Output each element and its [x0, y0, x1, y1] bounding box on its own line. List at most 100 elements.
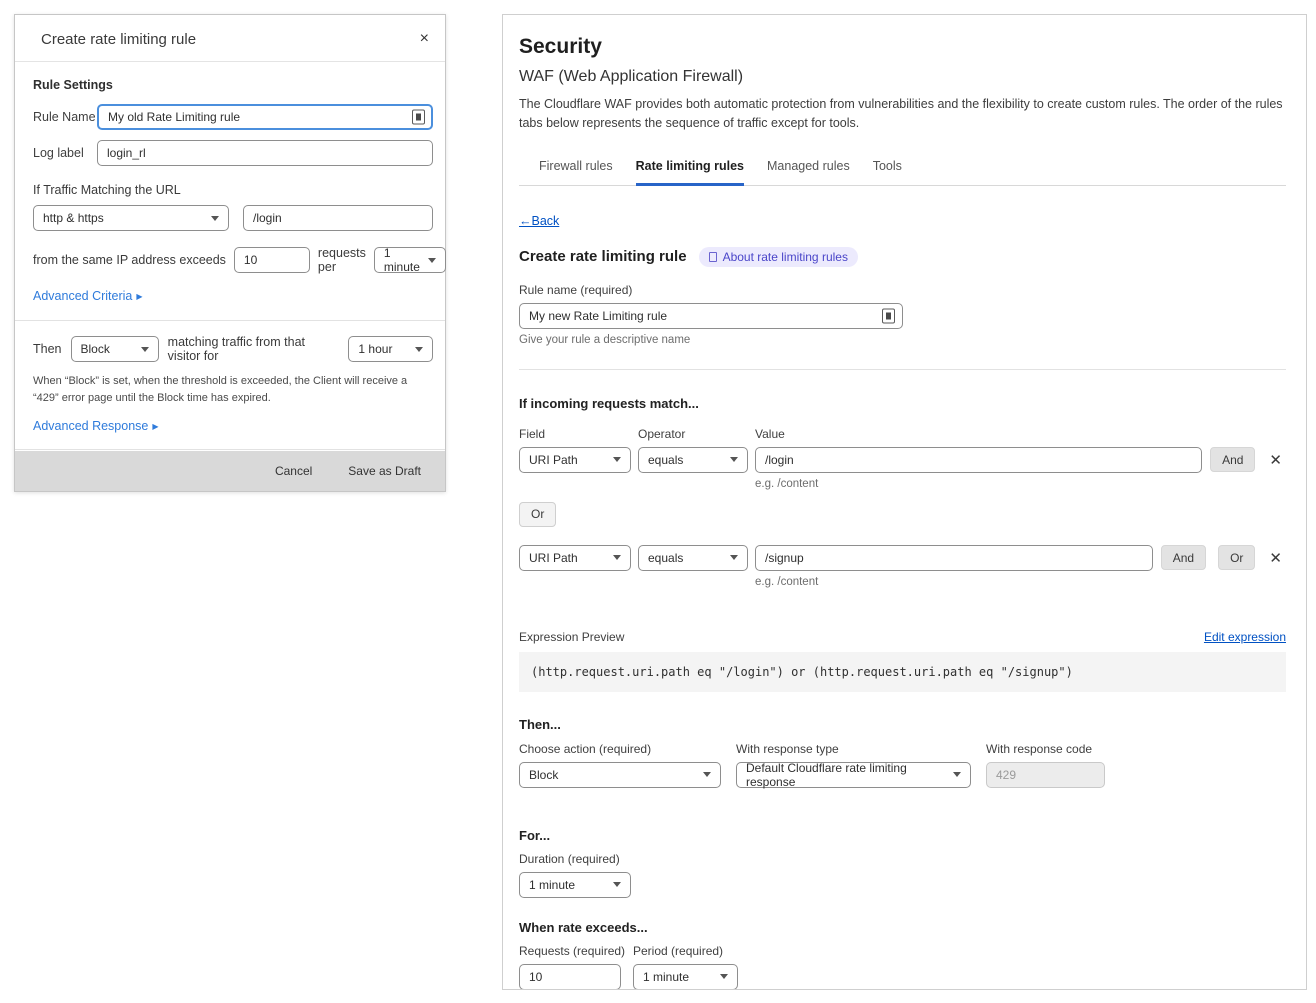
chevron-down-icon — [953, 772, 961, 777]
remove-row-icon[interactable]: ✕ — [1265, 451, 1286, 469]
tab-firewall-rules[interactable]: Firewall rules — [539, 153, 613, 185]
page-title: Security — [519, 35, 1286, 59]
operator-value: equals — [648, 453, 683, 467]
field-select[interactable]: URI Path — [519, 545, 631, 571]
response-type-value: Default Cloudflare rate limiting respons… — [746, 761, 945, 789]
about-rate-limiting-badge[interactable]: About rate limiting rules — [699, 247, 858, 267]
requests-input[interactable] — [519, 964, 621, 990]
rate-period-select[interactable]: 1 minute — [633, 964, 738, 990]
period-value: 1 minute — [384, 246, 420, 274]
then-controls-row: Block Default Cloudflare rate limiting r… — [519, 762, 1286, 788]
operator-label: Operator — [638, 427, 755, 441]
rate-labels-row: Requests (required) Period (required) — [519, 944, 1286, 958]
expression-preview-label: Expression Preview — [519, 630, 624, 644]
match-labels-row: Field Operator Value — [519, 427, 1286, 441]
rule-name-input[interactable] — [97, 104, 433, 130]
rate-period-value: 1 minute — [643, 970, 689, 984]
block-note: When “Block” is set, when the threshold … — [33, 373, 433, 407]
period-select[interactable]: 1 minute — [374, 247, 446, 273]
duration-label: Duration (required) — [519, 852, 1286, 866]
url-match-row: http & https — [33, 205, 433, 231]
tab-rate-limiting-rules[interactable]: Rate limiting rules — [636, 153, 744, 186]
divider — [519, 369, 1286, 370]
for-heading: For... — [519, 828, 1286, 843]
choose-action-select[interactable]: Block — [519, 762, 721, 788]
requests-label: Requests (required) — [519, 944, 633, 958]
dialog-body: Rule Settings Rule Name Log label If Tra… — [15, 62, 445, 480]
cancel-button[interactable]: Cancel — [275, 464, 312, 478]
back-row: ←Back — [519, 212, 1286, 230]
autofill-icon — [412, 110, 425, 125]
chevron-down-icon — [428, 258, 436, 263]
response-code-label: With response code — [986, 742, 1092, 756]
scheme-select[interactable]: http & https — [33, 205, 229, 231]
scheme-value: http & https — [43, 211, 104, 225]
dialog-title: Create rate limiting rule — [41, 31, 196, 48]
then-labels-row: Choose action (required) With response t… — [519, 742, 1286, 756]
advanced-criteria-label: Advanced Criteria — [33, 289, 132, 303]
chevron-down-icon — [415, 347, 423, 352]
autofill-icon — [882, 308, 895, 323]
form-title-row: Create rate limiting rule About rate lim… — [519, 247, 1286, 267]
field-value: URI Path — [529, 551, 578, 565]
operator-select[interactable]: equals — [638, 545, 748, 571]
chevron-down-icon — [703, 772, 711, 777]
back-link[interactable]: ←Back — [519, 214, 559, 228]
log-label-row: Log label — [33, 140, 433, 166]
chevron-down-icon — [730, 457, 738, 462]
log-label: Log label — [33, 146, 97, 160]
log-label-input[interactable] — [97, 140, 433, 166]
choose-action-label: Choose action (required) — [519, 742, 736, 756]
expression-header: Expression Preview Edit expression — [519, 630, 1286, 644]
expression-code: (http.request.uri.path eq "/login") or (… — [519, 652, 1286, 692]
matching-text: matching traffic from that visitor for — [168, 335, 340, 363]
page-subtitle: WAF (Web Application Firewall) — [519, 68, 1286, 86]
back-label: Back — [532, 214, 560, 228]
caret-right-icon: ▶ — [136, 292, 142, 301]
field-select[interactable]: URI Path — [519, 447, 631, 473]
rule-name-input[interactable] — [519, 303, 903, 329]
advanced-response-link[interactable]: Advanced Response ▶ — [33, 419, 159, 433]
action-select[interactable]: Block — [71, 336, 159, 362]
or-button[interactable]: Or — [1218, 545, 1255, 570]
edit-expression-link[interactable]: Edit expression — [1204, 630, 1286, 644]
requests-input[interactable] — [234, 247, 310, 273]
doc-icon — [709, 252, 717, 262]
rule-name-row: Rule Name — [33, 104, 433, 130]
match-row: URI Path equals And Or ✕ — [519, 545, 1286, 571]
and-button[interactable]: And — [1161, 545, 1206, 570]
or-button[interactable]: Or — [519, 502, 556, 527]
advanced-criteria-link[interactable]: Advanced Criteria ▶ — [33, 289, 143, 303]
value-input[interactable] — [755, 545, 1153, 571]
page-description: The Cloudflare WAF provides both automat… — [519, 95, 1286, 133]
tab-tools[interactable]: Tools — [873, 153, 902, 185]
and-button[interactable]: And — [1210, 447, 1255, 472]
remove-row-icon[interactable]: ✕ — [1265, 549, 1286, 567]
value-input[interactable] — [755, 447, 1202, 473]
chevron-down-icon — [730, 555, 738, 560]
then-label: Then — [33, 342, 62, 356]
then-row: Then Block matching traffic from that vi… — [33, 335, 433, 363]
save-as-draft-button[interactable]: Save as Draft — [348, 464, 421, 478]
duration-value: 1 minute — [529, 878, 575, 892]
rule-name-label: Rule name (required) — [519, 283, 1286, 297]
duration-select[interactable]: 1 minute — [519, 872, 631, 898]
chevron-down-icon — [613, 882, 621, 887]
value-hint: e.g. /content — [755, 576, 1286, 588]
requests-per-text: requests per — [318, 246, 366, 274]
response-type-select[interactable]: Default Cloudflare rate limiting respons… — [736, 762, 971, 788]
url-input[interactable] — [243, 205, 433, 231]
operator-select[interactable]: equals — [638, 447, 748, 473]
waf-panel: Security WAF (Web Application Firewall) … — [502, 14, 1307, 990]
close-icon[interactable]: × — [420, 30, 429, 48]
tab-managed-rules[interactable]: Managed rules — [767, 153, 850, 185]
create-rate-limit-dialog: Create rate limiting rule × Rule Setting… — [14, 14, 446, 492]
block-duration-select[interactable]: 1 hour — [348, 336, 433, 362]
then-heading: Then... — [519, 717, 1286, 732]
field-value: URI Path — [529, 453, 578, 467]
rule-name-label: Rule Name — [33, 110, 97, 124]
traffic-match-heading: If Traffic Matching the URL — [33, 183, 433, 197]
rule-settings-heading: Rule Settings — [33, 78, 433, 92]
divider — [15, 449, 445, 450]
rule-name-help: Give your rule a descriptive name — [519, 334, 1286, 346]
